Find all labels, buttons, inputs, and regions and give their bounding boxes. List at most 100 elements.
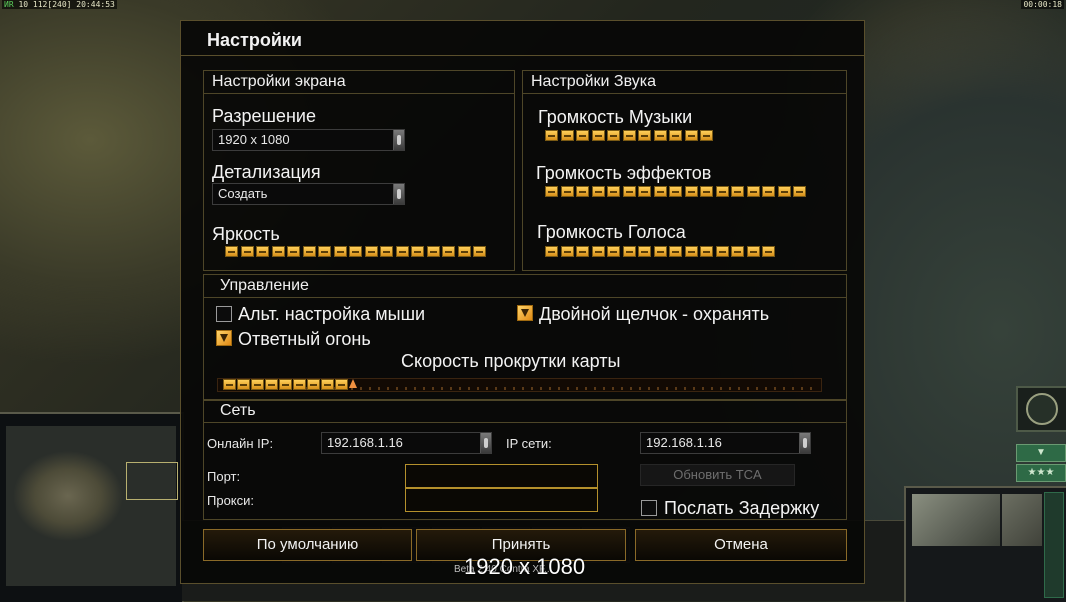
alt-mouse-label: Альт. настройка мыши <box>238 304 426 324</box>
slider-segment <box>395 246 409 257</box>
slider-segment <box>279 379 292 390</box>
game-timer: 00:00:18 <box>1021 0 1064 9</box>
slider-tick <box>378 387 380 390</box>
slider-tick <box>639 387 641 390</box>
slider-segment <box>560 130 574 141</box>
slider-tick <box>684 387 686 390</box>
slider-segment <box>700 130 713 141</box>
slider-tick <box>666 387 668 390</box>
screen-settings-header: Настройки экрана <box>204 71 514 94</box>
slider-tick <box>792 387 794 390</box>
dialog-title: Настройки <box>207 30 302 50</box>
slider-segment <box>576 186 589 197</box>
return-fire-checkbox[interactable] <box>216 330 232 346</box>
double-click-guard-label: Двойной щелчок - охранять <box>539 304 770 324</box>
slider-tick <box>612 387 614 390</box>
unit-portrait[interactable] <box>912 494 1000 546</box>
slider-segment <box>251 379 264 390</box>
send-delay-label: Послать Задержку <box>664 498 820 518</box>
slider-tick <box>549 387 551 390</box>
slider-tick <box>495 387 497 390</box>
slider-tick <box>567 387 569 390</box>
online-ip-select[interactable]: 192.168.1.16 <box>321 432 492 454</box>
unit-portrait-secondary[interactable] <box>1002 494 1042 546</box>
select-arrow-icon <box>393 184 404 204</box>
slider-segment <box>622 246 636 257</box>
slider-segment <box>622 130 636 141</box>
send-delay-checkbox[interactable] <box>641 500 657 516</box>
slider-tick <box>576 387 578 390</box>
slider-segment <box>700 186 713 197</box>
slider-segment <box>426 246 440 257</box>
slider-segment <box>380 246 393 257</box>
resolution-select[interactable]: 1920 x 1080 <box>212 129 405 151</box>
slider-segment <box>622 186 636 197</box>
slider-segment <box>225 246 238 257</box>
slider-segment <box>638 130 651 141</box>
slider-tick <box>513 387 515 390</box>
hud-stat-bracket: [240] <box>47 0 72 9</box>
slider-segment <box>653 246 667 257</box>
collapse-arrow-button[interactable]: ▼ <box>1016 444 1066 462</box>
radar-button[interactable] <box>1016 386 1066 432</box>
lan-ip-select[interactable]: 192.168.1.16 <box>640 432 811 454</box>
hud-clock: 20:44:53 <box>76 0 115 9</box>
cancel-button[interactable]: Отмена <box>635 529 847 561</box>
slider-segment <box>560 246 574 257</box>
slider-segment <box>669 186 682 197</box>
slider-segment <box>576 246 589 257</box>
update-tca-button[interactable]: Обновить TCA <box>640 464 795 486</box>
slider-tick <box>531 387 533 390</box>
voice-volume-label: Громкость Голоса <box>537 222 686 242</box>
slider-segment <box>607 246 620 257</box>
port-input[interactable] <box>405 464 598 488</box>
rank-stars-button[interactable]: ★★★ <box>1016 464 1066 482</box>
slider-segment <box>333 246 347 257</box>
slider-tick <box>702 387 704 390</box>
slider-segment <box>302 246 316 257</box>
double-click-guard-checkbox[interactable] <box>517 305 533 321</box>
slider-thumb-icon[interactable] <box>349 379 357 388</box>
slider-segment <box>318 246 331 257</box>
slider-tick <box>594 387 596 390</box>
slider-tick <box>486 387 488 390</box>
slider-segment <box>560 186 574 197</box>
slider-tick <box>450 387 452 390</box>
alt-mouse-checkbox[interactable] <box>216 306 232 322</box>
slider-segment <box>223 379 236 390</box>
slider-tick <box>477 387 479 390</box>
proxy-label: Прокси: <box>207 493 255 508</box>
slider-tick <box>774 387 776 390</box>
slider-segment <box>669 130 682 141</box>
lan-ip-label: IP сети: <box>506 436 552 451</box>
slider-tick <box>423 387 425 390</box>
rank-strip <box>1044 492 1064 598</box>
slider-tick <box>747 387 749 390</box>
slider-segment <box>265 379 278 390</box>
slider-tick <box>810 387 812 390</box>
defaults-button[interactable]: По умолчанию <box>203 529 412 561</box>
slider-segment <box>638 186 651 197</box>
slider-segment <box>349 246 362 257</box>
slider-segment <box>237 379 250 390</box>
minimap[interactable] <box>0 412 184 602</box>
slider-segment <box>793 186 806 197</box>
port-label: Порт: <box>207 469 241 484</box>
slider-tick <box>675 387 677 390</box>
slider-segment <box>746 246 760 257</box>
slider-segment <box>762 246 775 257</box>
fps-counter: ИR 10 112[240] 20:44:53 <box>2 0 117 9</box>
slider-segment <box>715 186 729 197</box>
slider-segment <box>700 246 713 257</box>
title-divider <box>181 55 864 56</box>
options-dialog: Настройки Настройки экрана Разрешение 19… <box>180 20 865 584</box>
slider-tick <box>360 387 362 390</box>
detail-select[interactable]: Создать <box>212 183 405 205</box>
select-arrow-icon <box>393 130 404 150</box>
slider-tick <box>756 387 758 390</box>
slider-segment <box>457 246 471 257</box>
scroll-speed-slider[interactable] <box>217 378 822 392</box>
scroll-speed-label: Скорость прокрутки карты <box>401 351 621 371</box>
proxy-input[interactable] <box>405 488 598 512</box>
slider-tick <box>387 387 389 390</box>
